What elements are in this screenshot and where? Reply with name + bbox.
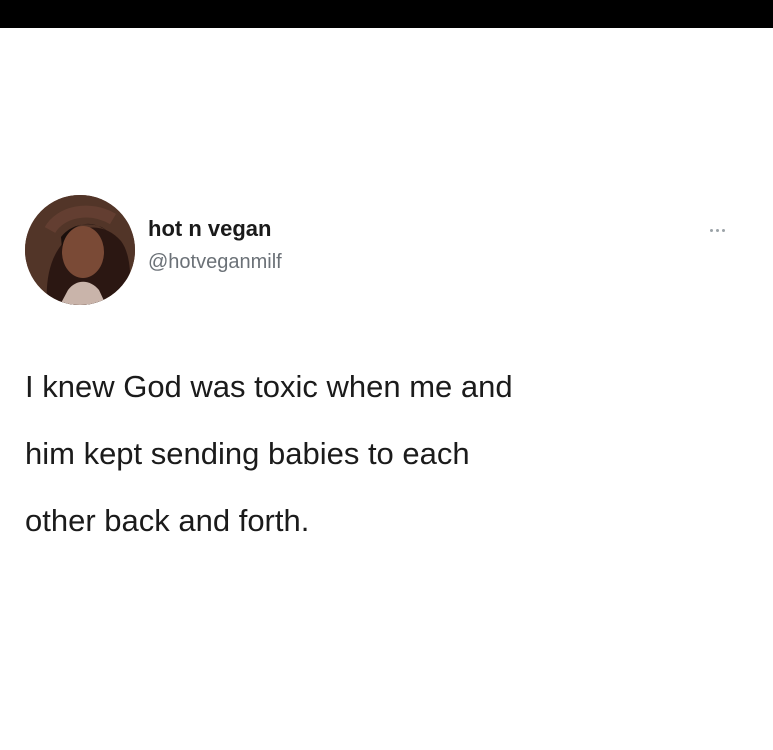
- ellipsis-icon: [715, 228, 719, 232]
- profile-photo-icon: [25, 195, 135, 305]
- top-black-bar: [0, 0, 773, 28]
- tweet-text: I knew God was toxic when me and him kep…: [25, 353, 725, 554]
- user-handle[interactable]: @hotveganmilf: [148, 252, 282, 272]
- ellipsis-icon: [721, 228, 725, 232]
- tweet-text-line: I knew God was toxic when me and: [25, 369, 513, 404]
- tweet-text-line: him kept sending babies to each: [25, 436, 470, 471]
- more-options-button[interactable]: [702, 224, 732, 236]
- display-name[interactable]: hot n vegan: [148, 218, 271, 240]
- tweet-card: hot n vegan @hotveganmilf I knew God was…: [0, 28, 773, 750]
- tweet-text-line: other back and forth.: [25, 503, 310, 538]
- avatar[interactable]: [25, 195, 135, 305]
- ellipsis-icon: [709, 228, 713, 232]
